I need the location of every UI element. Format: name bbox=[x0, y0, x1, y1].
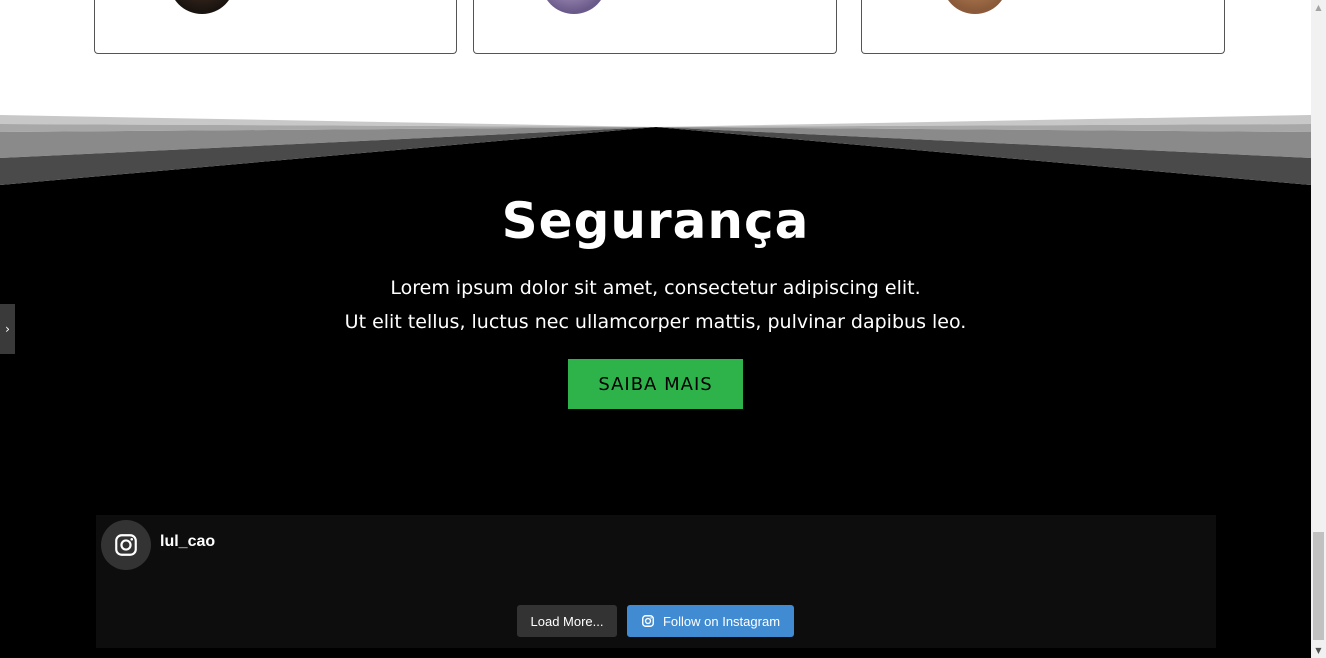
security-section: Segurança Lorem ipsum dolor sit amet, co… bbox=[0, 110, 1311, 658]
instagram-username[interactable]: lul_cao bbox=[160, 533, 215, 551]
section-description: Lorem ipsum dolor sit amet, consectetur … bbox=[0, 271, 1311, 339]
section-divider-shape bbox=[0, 110, 1311, 185]
avatar bbox=[169, 0, 235, 14]
follow-label: Follow on Instagram bbox=[662, 613, 781, 629]
testimonial-card bbox=[861, 0, 1225, 54]
description-line: Lorem ipsum dolor sit amet, consectetur … bbox=[390, 277, 921, 299]
side-panel-toggle[interactable]: › bbox=[0, 304, 15, 354]
load-more-button[interactable]: Load More... bbox=[517, 605, 617, 637]
avatar bbox=[942, 0, 1008, 14]
section-title: Segurança bbox=[501, 192, 810, 250]
chevron-right-icon: › bbox=[5, 322, 10, 336]
instagram-feed: lul_cao Load More... Follow on Instagram bbox=[96, 515, 1216, 648]
description-line: Ut elit tellus, luctus nec ullamcorper m… bbox=[344, 311, 967, 333]
follow-instagram-button[interactable]: Follow on Instagram bbox=[627, 605, 794, 637]
triangle-down-icon[interactable]: ▼ bbox=[1311, 643, 1326, 658]
avatar bbox=[541, 0, 607, 14]
instagram-icon bbox=[115, 534, 137, 556]
instagram-icon bbox=[642, 615, 654, 627]
saiba-mais-button[interactable]: SAIBA MAIS bbox=[568, 359, 743, 409]
scrollbar-thumb[interactable] bbox=[1313, 532, 1324, 640]
page-scrollbar[interactable]: ▲ ▼ bbox=[1311, 0, 1326, 658]
testimonial-card bbox=[94, 0, 457, 54]
triangle-up-icon[interactable]: ▲ bbox=[1311, 0, 1326, 15]
testimonial-card bbox=[473, 0, 837, 54]
instagram-avatar[interactable] bbox=[101, 520, 151, 570]
